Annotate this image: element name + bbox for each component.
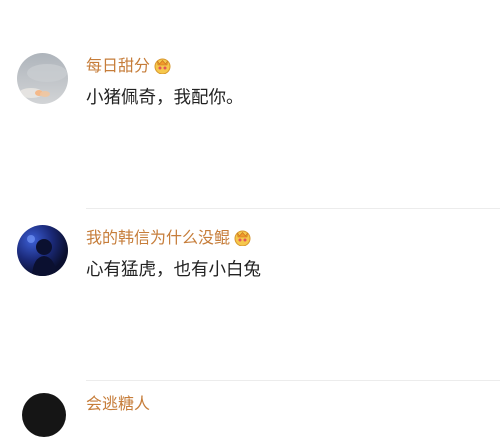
username-text[interactable]: 我的韩信为什么没鲲 bbox=[86, 228, 230, 247]
avatar[interactable] bbox=[22, 393, 66, 437]
avatar[interactable] bbox=[17, 53, 68, 104]
crown-vip-icon bbox=[153, 57, 172, 79]
username[interactable]: 我的韩信为什么没鲲 bbox=[86, 228, 252, 251]
avatar[interactable] bbox=[17, 225, 68, 276]
username[interactable]: 每日甜分 bbox=[86, 56, 172, 79]
cloud-sky-avatar-icon bbox=[17, 53, 68, 104]
divider bbox=[86, 380, 500, 381]
username[interactable]: 会逃糖人 bbox=[86, 394, 150, 414]
dark-blue-person-avatar-icon bbox=[17, 225, 68, 276]
dark-avatar-icon bbox=[22, 393, 66, 437]
comment-text: 心有猛虎，也有小白兔 bbox=[86, 260, 261, 280]
username-text[interactable]: 每日甜分 bbox=[86, 56, 150, 75]
comment-text: 小猪佩奇，我配你。 bbox=[86, 88, 244, 108]
divider bbox=[86, 208, 500, 209]
username-text[interactable]: 会逃糖人 bbox=[86, 394, 150, 413]
crown-vip-icon bbox=[233, 229, 252, 251]
